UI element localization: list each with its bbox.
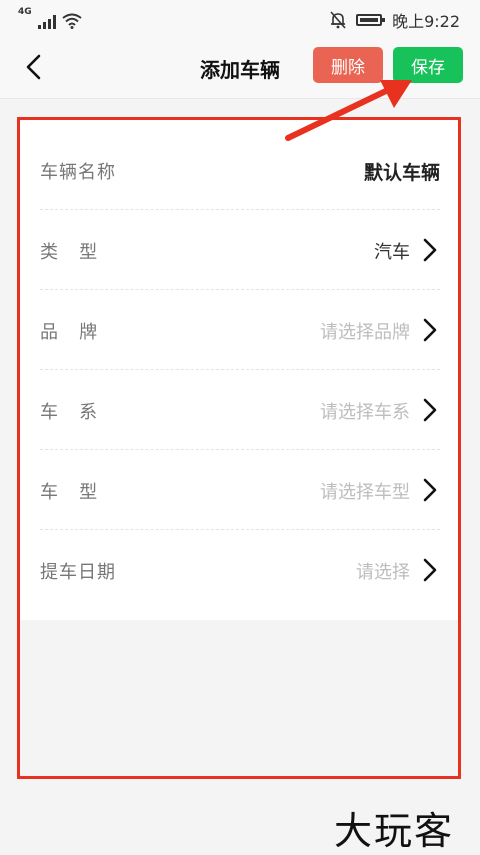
wifi-icon	[62, 13, 82, 29]
row-value: 默认车辆	[363, 162, 440, 184]
form-row-pickup-date[interactable]: 提车日期 请选择	[40, 530, 440, 610]
chevron-right-icon	[423, 558, 437, 582]
row-label: 车 型	[40, 482, 99, 503]
row-value: 请选择车型	[320, 482, 410, 503]
chevron-right-icon	[423, 478, 437, 502]
row-value: 请选择	[356, 562, 410, 583]
vehicle-form: 车辆名称 默认车辆 类 型 汽车 品 牌 请选择品牌 车 系 请选择车系 车 型…	[20, 120, 458, 620]
delete-button[interactable]: 删除	[313, 47, 383, 83]
chevron-right-icon	[423, 398, 437, 422]
signal-icon	[37, 15, 56, 29]
status-left: 4G	[18, 8, 82, 29]
row-label: 提车日期	[40, 562, 116, 583]
chevron-right-icon	[423, 238, 437, 262]
row-value: 请选择品牌	[320, 322, 410, 343]
form-row-series[interactable]: 车 系 请选择车系	[40, 370, 440, 450]
form-row-model[interactable]: 车 型 请选择车型	[40, 450, 440, 530]
row-label: 车辆名称	[40, 162, 116, 183]
network-type: 4G	[18, 7, 32, 17]
nav-bar: 添加车辆 删除 保存	[0, 36, 480, 99]
chevron-right-icon	[423, 318, 437, 342]
row-label: 车 系	[40, 402, 99, 423]
mute-icon	[330, 11, 346, 29]
form-row-type[interactable]: 类 型 汽车	[40, 210, 440, 290]
form-row-vehicle-name[interactable]: 车辆名称 默认车辆	[40, 130, 440, 210]
row-label: 品 牌	[40, 322, 99, 343]
save-button[interactable]: 保存	[393, 47, 463, 83]
watermark: 大玩客	[334, 809, 455, 853]
status-bar: 4G 晚上9:22	[0, 0, 480, 36]
form-row-brand[interactable]: 品 牌 请选择品牌	[40, 290, 440, 370]
battery-icon	[356, 14, 386, 26]
row-value: 请选择车系	[320, 402, 410, 423]
row-label: 类 型	[40, 242, 99, 263]
status-right: 晚上9:22	[330, 8, 460, 32]
status-time: 晚上9:22	[392, 12, 460, 31]
row-value: 汽车	[374, 242, 410, 263]
